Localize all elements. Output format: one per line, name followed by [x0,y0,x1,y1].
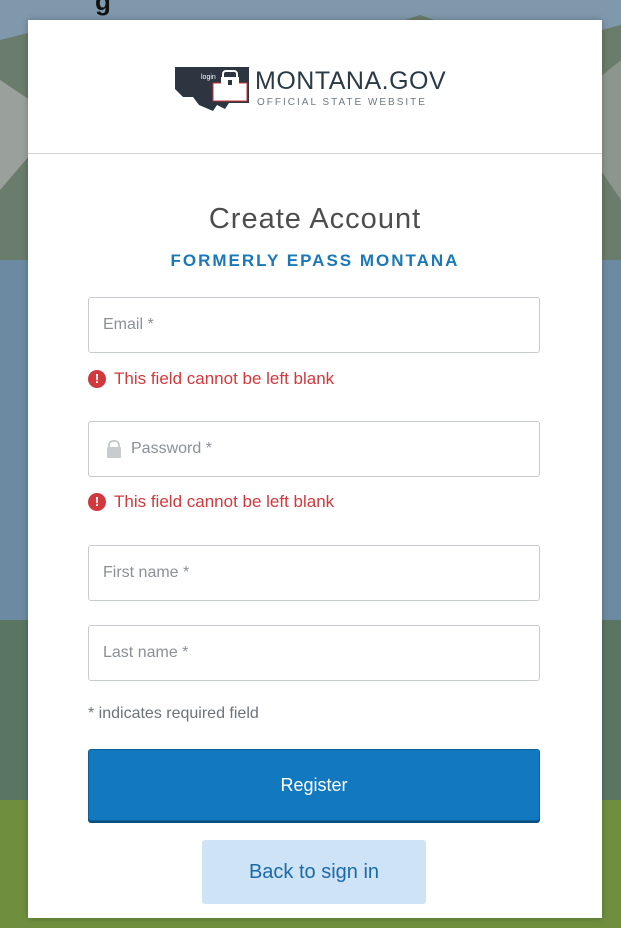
page-subtitle: FORMERLY EPASS MONTANA [170,251,460,270]
first-name-field[interactable] [88,545,540,601]
registration-card: login MONTANA.GOV OFFICIAL STATE WEBSITE… [28,20,602,918]
register-button[interactable]: Register [88,749,540,821]
password-field[interactable] [88,421,540,477]
password-input[interactable] [89,422,539,476]
logo-sub-text: OFFICIAL STATE WEBSITE [257,97,427,108]
page-title: Create Account [208,203,422,235]
password-error: ! This field cannot be left blank [88,490,334,514]
logo-main-text: MONTANA.GOV [255,67,447,95]
logo-badge-text: login [201,74,216,81]
password-error-text: This field cannot be left blank [114,492,335,511]
lock-icon [107,440,121,458]
page-heading-fragment: g [95,0,111,16]
last-name-input[interactable] [89,626,539,680]
last-name-field[interactable] [88,625,540,681]
exclamation-circle-icon: ! [88,493,106,511]
logo-header: login MONTANA.GOV OFFICIAL STATE WEBSITE [28,20,602,154]
back-to-sign-in-button[interactable]: Back to sign in [202,840,426,904]
required-field-note: * indicates required field [88,705,259,722]
email-input[interactable] [89,298,539,352]
first-name-input[interactable] [89,546,539,600]
email-error: ! This field cannot be left blank [88,367,334,391]
email-field[interactable] [88,297,540,353]
montana-state-icon: login [175,67,249,111]
email-error-text: This field cannot be left blank [114,369,335,388]
montana-gov-logo[interactable]: login MONTANA.GOV OFFICIAL STATE WEBSITE [173,65,463,120]
exclamation-circle-icon: ! [88,370,106,388]
